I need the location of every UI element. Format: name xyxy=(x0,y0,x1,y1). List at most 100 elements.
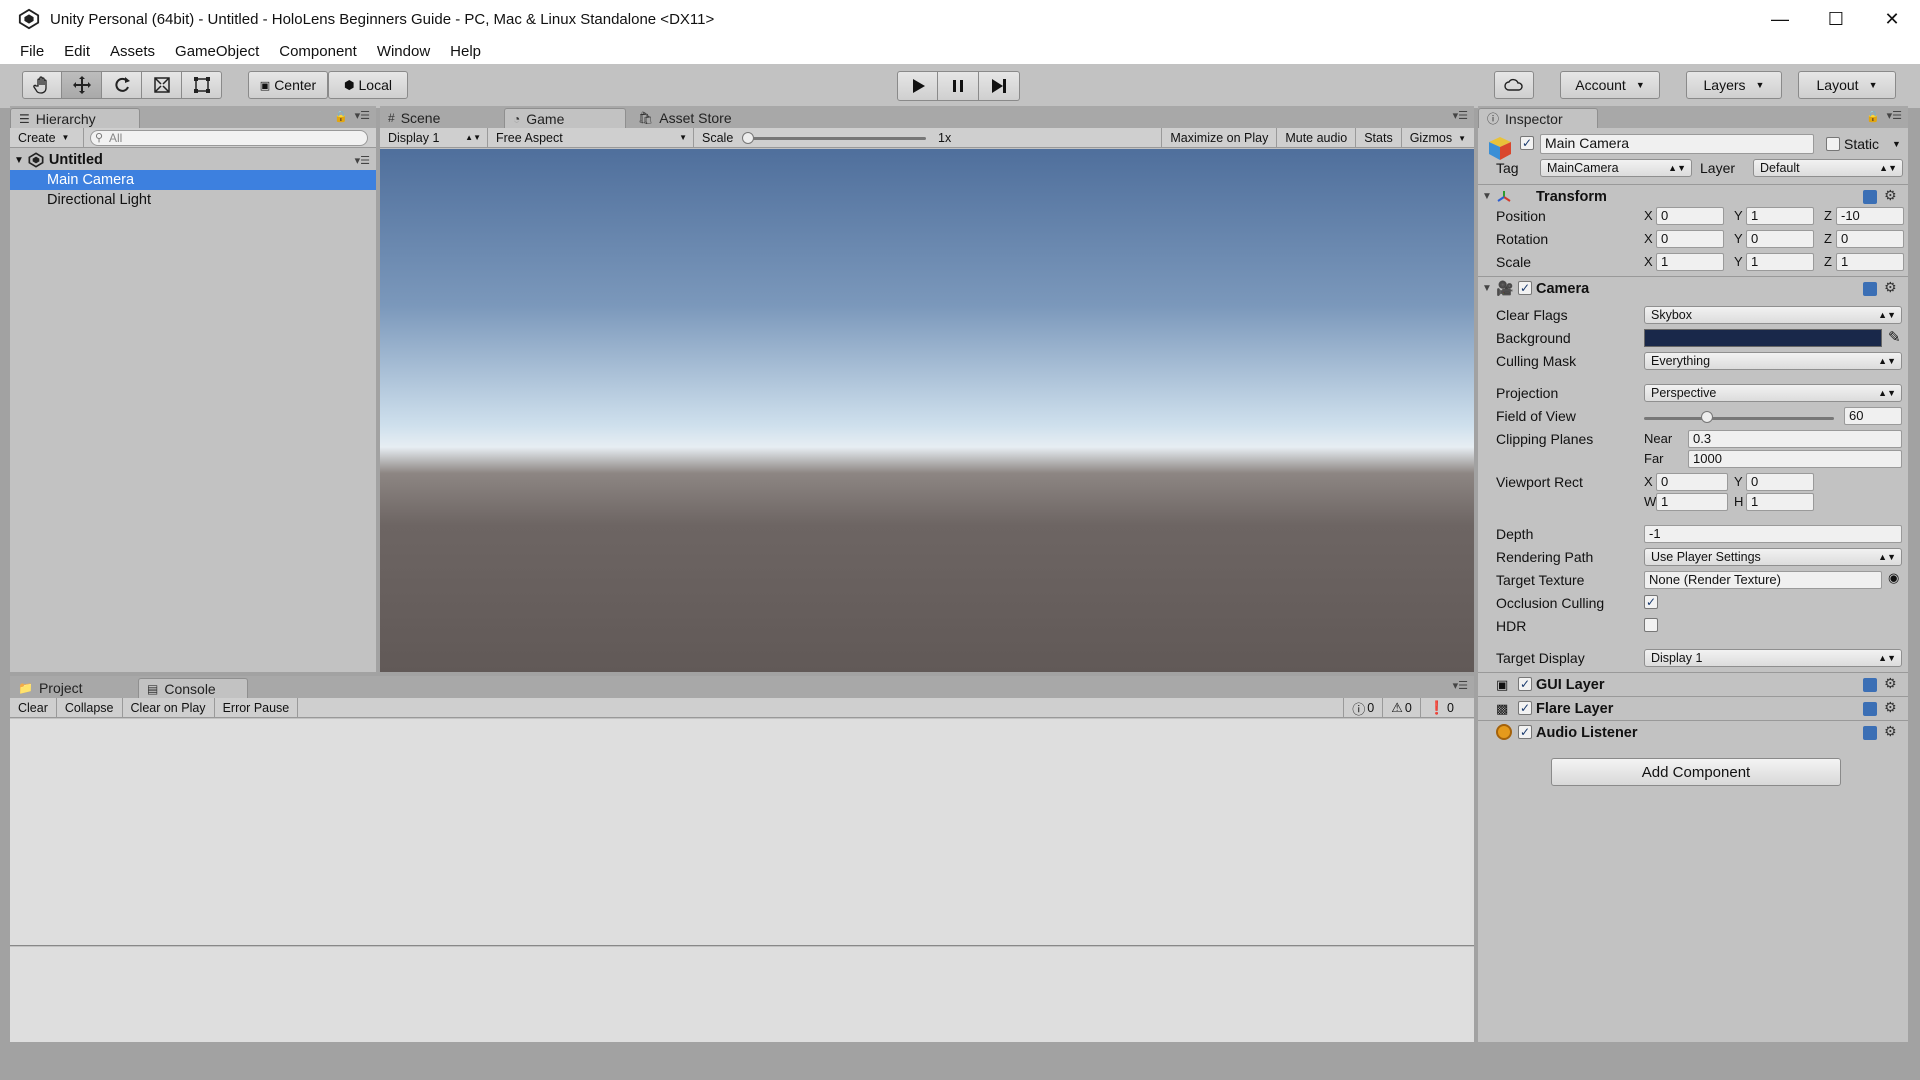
scale-y-input[interactable]: 1 xyxy=(1746,253,1814,271)
minimize-button[interactable]: — xyxy=(1752,0,1808,38)
tab-asset-store[interactable]: 🛍 Asset Store xyxy=(630,108,760,128)
rect-tool-button[interactable] xyxy=(182,71,222,99)
foldout-expanded-icon[interactable]: ▼ xyxy=(1482,283,1492,294)
tab-hierarchy[interactable]: ☰ Hierarchy xyxy=(10,108,140,128)
layers-dropdown[interactable]: Layers ▼ xyxy=(1686,71,1782,99)
tab-game[interactable]: ◔ Game xyxy=(504,108,626,128)
scale-z-input[interactable]: 1 xyxy=(1836,253,1904,271)
rotation-z-input[interactable]: 0 xyxy=(1836,230,1904,248)
warning-filter-toggle[interactable]: ⚠ 0 xyxy=(1383,698,1421,718)
position-x-axis-label[interactable]: X xyxy=(1644,208,1653,223)
panel-menu-icon[interactable]: ▾☰ xyxy=(355,109,370,122)
hierarchy-search-input[interactable]: ⚲ All xyxy=(90,130,368,146)
audio-listener-header[interactable]: ✓ Audio Listener ⚙ xyxy=(1478,720,1908,744)
far-input[interactable]: 1000 xyxy=(1688,450,1902,468)
camera-header[interactable]: ▼ 🎥 ✓ Camera ⚙ xyxy=(1478,276,1908,300)
layer-dropdown[interactable]: Default ▲▼ xyxy=(1753,159,1903,177)
scale-x-input[interactable]: 1 xyxy=(1656,253,1724,271)
rotation-z-axis-label[interactable]: Z xyxy=(1824,231,1832,246)
position-y-input[interactable]: 1 xyxy=(1746,207,1814,225)
tab-inspector[interactable]: ⓘ Inspector xyxy=(1478,108,1598,128)
pivot-mode-button[interactable]: ▣ Center xyxy=(248,71,328,99)
viewport-h-input[interactable]: 1 xyxy=(1746,493,1814,511)
scale-tool-button[interactable] xyxy=(142,71,182,99)
panel-menu-icon[interactable]: ▾☰ xyxy=(1453,679,1468,692)
stats-toggle[interactable]: Stats xyxy=(1356,128,1402,148)
rotation-x-input[interactable]: 0 xyxy=(1656,230,1724,248)
error-filter-toggle[interactable]: ❗ 0 xyxy=(1421,698,1462,718)
lock-icon[interactable]: 🔒 xyxy=(1866,110,1880,123)
aspect-dropdown[interactable]: Free Aspect ▼ xyxy=(488,127,694,148)
scale-y-axis-label[interactable]: Y xyxy=(1734,254,1743,269)
position-z-input[interactable]: -10 xyxy=(1836,207,1904,225)
rotation-y-input[interactable]: 0 xyxy=(1746,230,1814,248)
tag-dropdown[interactable]: MainCamera ▲▼ xyxy=(1540,159,1692,177)
position-z-axis-label[interactable]: Z xyxy=(1824,208,1832,223)
target-texture-field[interactable]: None (Render Texture) xyxy=(1644,571,1882,589)
play-button[interactable] xyxy=(897,71,938,101)
gui-layer-enabled-checkbox[interactable]: ✓ xyxy=(1518,677,1532,691)
lock-icon[interactable]: 🔒 xyxy=(334,110,348,123)
viewport-w-input[interactable]: 1 xyxy=(1656,493,1728,511)
game-render-view[interactable] xyxy=(380,149,1474,672)
gizmos-dropdown[interactable]: Gizmos ▼ xyxy=(1402,128,1474,148)
fov-slider-handle[interactable] xyxy=(1700,411,1713,423)
background-color-field[interactable] xyxy=(1644,329,1882,347)
collab-button[interactable] xyxy=(1494,71,1534,99)
foldout-expanded-icon[interactable]: ▼ xyxy=(14,155,24,166)
gear-icon[interactable]: ⚙ xyxy=(1884,279,1897,296)
scene-menu-icon[interactable]: ▾☰ xyxy=(355,154,370,167)
clear-on-play-toggle[interactable]: Clear on Play xyxy=(123,697,215,718)
static-dropdown-icon[interactable]: ▼ xyxy=(1892,139,1901,149)
console-log-list[interactable] xyxy=(10,719,1474,946)
gui-layer-header[interactable]: ▣ ✓ GUI Layer ⚙ xyxy=(1478,672,1908,696)
near-input[interactable]: 0.3 xyxy=(1688,430,1902,448)
collapse-toggle[interactable]: Collapse xyxy=(57,697,123,718)
scale-z-axis-label[interactable]: Z xyxy=(1824,254,1832,269)
close-button[interactable]: ✕ xyxy=(1864,0,1920,38)
object-name-input[interactable]: Main Camera xyxy=(1540,134,1814,154)
position-y-axis-label[interactable]: Y xyxy=(1734,208,1743,223)
clear-button[interactable]: Clear xyxy=(10,697,57,718)
flare-layer-header[interactable]: ▩ ✓ Flare Layer ⚙ xyxy=(1478,696,1908,720)
gear-icon[interactable]: ⚙ xyxy=(1884,187,1897,204)
menu-gameobject[interactable]: GameObject xyxy=(165,43,269,60)
scene-row[interactable]: ▼ Untitled ▾☰ xyxy=(10,150,376,170)
rendering-path-dropdown[interactable]: Use Player Settings ▲▼ xyxy=(1644,548,1902,566)
tab-console[interactable]: ▤ Console xyxy=(138,678,248,698)
layout-dropdown[interactable]: Layout ▼ xyxy=(1798,71,1896,99)
depth-input[interactable]: -1 xyxy=(1644,525,1902,543)
help-book-icon[interactable] xyxy=(1863,678,1877,692)
projection-dropdown[interactable]: Perspective ▲▼ xyxy=(1644,384,1902,402)
menu-assets[interactable]: Assets xyxy=(100,43,165,60)
error-pause-toggle[interactable]: Error Pause xyxy=(215,697,299,718)
object-picker-icon[interactable]: ◉ xyxy=(1888,570,1899,586)
position-x-input[interactable]: 0 xyxy=(1656,207,1724,225)
rotation-x-axis-label[interactable]: X xyxy=(1644,231,1653,246)
tab-project[interactable]: 📁 Project xyxy=(10,678,130,698)
add-component-button[interactable]: Add Component xyxy=(1551,758,1841,786)
move-tool-button[interactable] xyxy=(62,71,102,99)
gear-icon[interactable]: ⚙ xyxy=(1884,699,1897,716)
menu-component[interactable]: Component xyxy=(269,43,367,60)
fov-input[interactable]: 60 xyxy=(1844,407,1902,425)
display-dropdown[interactable]: Display 1 ▲▼ xyxy=(380,127,488,148)
occlusion-culling-checkbox[interactable]: ✓ xyxy=(1644,595,1658,609)
target-display-dropdown[interactable]: Display 1 ▲▼ xyxy=(1644,649,1902,667)
hierarchy-item-directional-light[interactable]: Directional Light xyxy=(10,190,376,210)
hdr-checkbox[interactable] xyxy=(1644,618,1658,632)
static-checkbox[interactable] xyxy=(1826,137,1840,151)
panel-menu-icon[interactable]: ▾☰ xyxy=(1453,109,1468,122)
scale-slider-track[interactable] xyxy=(744,136,926,140)
viewport-x-input[interactable]: 0 xyxy=(1656,473,1728,491)
eyedropper-icon[interactable]: ✎ xyxy=(1888,328,1901,346)
hand-tool-button[interactable] xyxy=(22,71,62,99)
step-button[interactable] xyxy=(979,71,1020,101)
info-filter-toggle[interactable]: ⓘ 0 xyxy=(1343,698,1384,718)
gear-icon[interactable]: ⚙ xyxy=(1884,723,1897,740)
menu-help[interactable]: Help xyxy=(440,43,491,60)
camera-enabled-checkbox[interactable]: ✓ xyxy=(1518,281,1532,295)
help-book-icon[interactable] xyxy=(1863,726,1877,740)
menu-file[interactable]: File xyxy=(10,43,54,60)
culling-mask-dropdown[interactable]: Everything ▲▼ xyxy=(1644,352,1902,370)
